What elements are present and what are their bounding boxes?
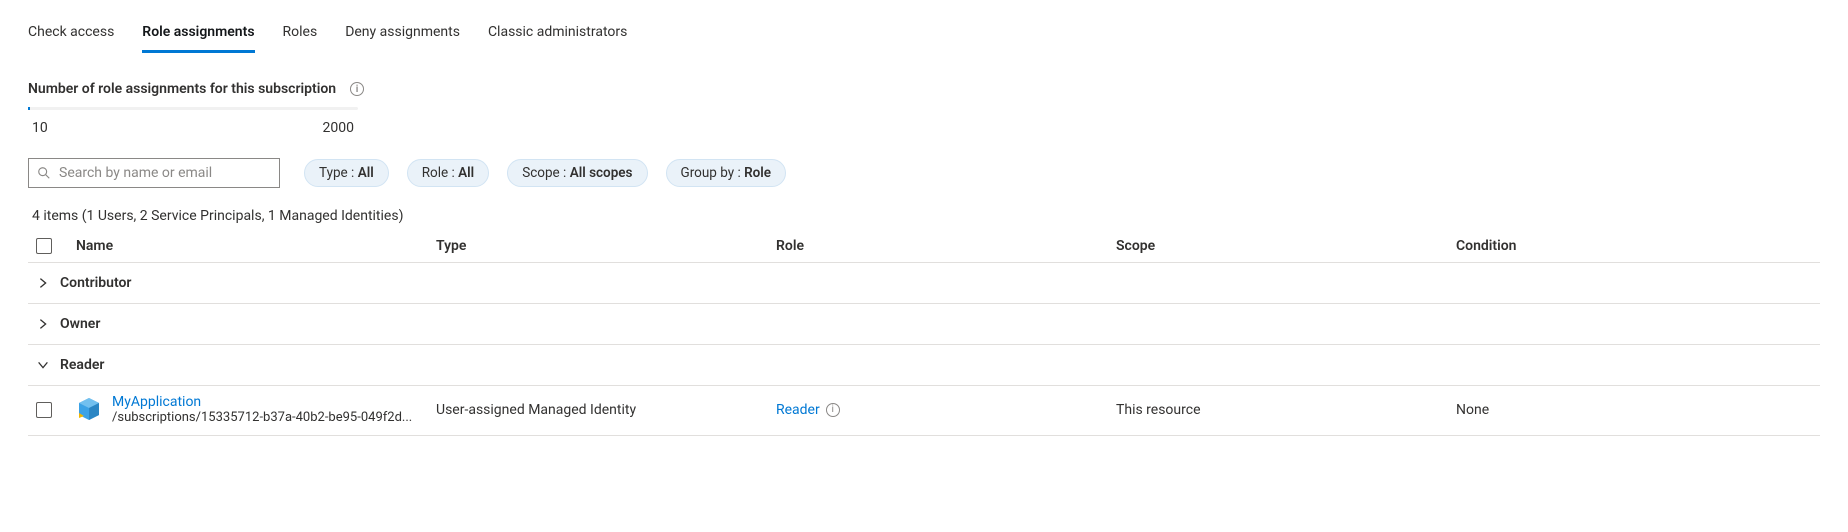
filter-role[interactable]: Role : All <box>407 159 489 187</box>
search-input-wrapper[interactable] <box>28 158 280 188</box>
group-label: Owner <box>60 316 100 332</box>
group-owner[interactable]: Owner <box>28 304 1820 345</box>
assignments-table: Name Type Role Scope Condition Contribut… <box>28 230 1820 436</box>
col-header-role[interactable]: Role <box>776 238 1116 254</box>
progress-fill <box>28 107 30 110</box>
row-checkbox[interactable] <box>36 402 52 418</box>
row-name-link[interactable]: MyApplication <box>112 394 412 410</box>
managed-identity-icon <box>76 396 102 422</box>
row-subtext: /subscriptions/15335712-b37a-40b2-be95-0… <box>112 410 412 425</box>
filter-groupby[interactable]: Group by : Role <box>666 159 787 187</box>
row-scope: This resource <box>1116 402 1456 418</box>
info-icon[interactable]: i <box>350 82 364 96</box>
chevron-right-icon <box>36 317 50 331</box>
search-icon <box>37 166 51 180</box>
counter-max: 2000 <box>323 120 354 136</box>
row-condition: None <box>1456 402 1820 418</box>
filter-row: Type : All Role : All Scope : All scopes… <box>28 158 1820 188</box>
tab-check-access[interactable]: Check access <box>28 18 114 53</box>
counter-title: Number of role assignments for this subs… <box>28 81 336 97</box>
group-contributor[interactable]: Contributor <box>28 263 1820 304</box>
progress-track <box>28 107 358 110</box>
counter-current: 10 <box>32 120 48 136</box>
table-row: MyApplication /subscriptions/15335712-b3… <box>28 386 1820 436</box>
col-header-name[interactable]: Name <box>76 238 436 254</box>
tab-role-assignments[interactable]: Role assignments <box>142 18 254 53</box>
chevron-down-icon <box>36 358 50 372</box>
col-header-type[interactable]: Type <box>436 238 776 254</box>
table-header: Name Type Role Scope Condition <box>28 230 1820 263</box>
select-all-checkbox[interactable] <box>36 238 52 254</box>
filter-type[interactable]: Type : All <box>304 159 389 187</box>
results-summary: 4 items (1 Users, 2 Service Principals, … <box>28 208 1820 224</box>
search-input[interactable] <box>57 164 271 182</box>
tab-bar: Check access Role assignments Roles Deny… <box>28 18 1820 53</box>
row-role-link[interactable]: Reader i <box>776 402 840 418</box>
tab-classic-administrators[interactable]: Classic administrators <box>488 18 627 53</box>
info-icon[interactable]: i <box>826 403 840 417</box>
chevron-right-icon <box>36 276 50 290</box>
assignment-counter: Number of role assignments for this subs… <box>28 81 1820 136</box>
group-label: Reader <box>60 357 104 373</box>
tab-deny-assignments[interactable]: Deny assignments <box>345 18 460 53</box>
row-type: User-assigned Managed Identity <box>436 402 776 418</box>
col-header-scope[interactable]: Scope <box>1116 238 1456 254</box>
col-header-condition[interactable]: Condition <box>1456 238 1820 254</box>
group-reader[interactable]: Reader <box>28 345 1820 386</box>
tab-roles[interactable]: Roles <box>283 18 318 53</box>
group-label: Contributor <box>60 275 131 291</box>
filter-scope[interactable]: Scope : All scopes <box>507 159 647 187</box>
